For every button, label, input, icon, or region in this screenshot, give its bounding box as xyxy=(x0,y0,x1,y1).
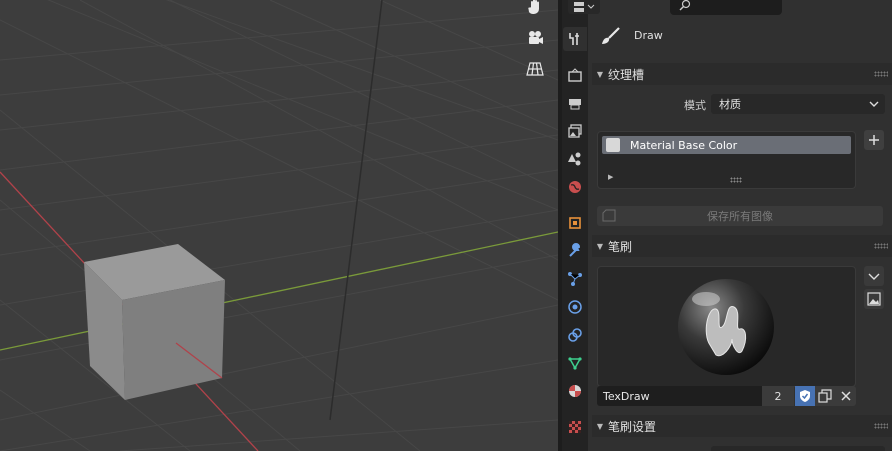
brush-tool-icon xyxy=(600,26,624,48)
grid-icon[interactable] xyxy=(520,56,550,82)
blender-window: Draw ▼ 纹理槽 模式 材质 Material Base Color ▶ 保… xyxy=(0,0,892,451)
search-icon xyxy=(679,0,691,11)
brush-panel-header[interactable]: ▼ 笔刷 xyxy=(592,235,892,257)
close-icon xyxy=(840,391,851,401)
fake-user-button[interactable] xyxy=(795,386,815,406)
brush-settings-field[interactable] xyxy=(711,446,885,451)
mode-label: 模式 xyxy=(684,99,706,112)
drag-handle-icon xyxy=(874,71,888,77)
render-icon[interactable] xyxy=(563,63,587,87)
brush-preview[interactable] xyxy=(597,266,856,387)
brush-settings-panel-header[interactable]: ▼ 笔刷设置 xyxy=(592,415,892,437)
tool-name: Draw xyxy=(634,29,663,42)
mode-value: 材质 xyxy=(719,98,741,111)
brush-name: TexDraw xyxy=(603,389,650,403)
brush-image-button[interactable] xyxy=(864,289,884,309)
texture-icon[interactable] xyxy=(563,415,587,439)
physics-icon[interactable] xyxy=(563,295,587,319)
panel-title: 笔刷 xyxy=(608,239,633,254)
texture-slots-panel-header[interactable]: ▼ 纹理槽 xyxy=(592,63,892,85)
image-swatch-icon xyxy=(606,138,620,152)
modifier-icon[interactable] xyxy=(563,239,587,263)
world-icon[interactable] xyxy=(563,175,587,199)
save-all-images-button[interactable]: 保存所有图像 xyxy=(597,206,883,226)
property-tabs xyxy=(562,0,588,451)
editor-type-selector[interactable] xyxy=(568,0,600,14)
view-layer-icon[interactable] xyxy=(563,119,587,143)
particles-icon[interactable] xyxy=(563,267,587,291)
chevron-down-icon xyxy=(869,101,879,107)
duplicate-button[interactable] xyxy=(815,386,835,406)
output-icon[interactable] xyxy=(563,91,587,115)
data-icon[interactable] xyxy=(563,351,587,375)
expand-triangle-icon: ▼ xyxy=(596,241,604,251)
drag-handle-icon xyxy=(874,423,888,429)
search-input[interactable] xyxy=(670,0,782,15)
list-item[interactable]: Material Base Color xyxy=(602,136,851,154)
drag-handle-icon xyxy=(874,243,888,249)
image-icon xyxy=(867,292,881,306)
scene-icon[interactable] xyxy=(563,147,587,171)
hand-icon[interactable] xyxy=(520,0,550,20)
unlink-button[interactable] xyxy=(835,386,856,406)
viewport-grid xyxy=(0,0,558,451)
slot-name: Material Base Color xyxy=(630,138,738,152)
brush-menu-button[interactable] xyxy=(864,266,884,286)
constraints-icon[interactable] xyxy=(563,323,587,347)
brush-thumbnail-icon xyxy=(678,279,774,375)
user-count[interactable]: 2 xyxy=(762,386,794,406)
save-icon xyxy=(602,209,616,222)
mode-dropdown[interactable]: 材质 xyxy=(711,94,885,114)
brush-name-field[interactable]: TexDraw xyxy=(597,386,762,406)
panel-title: 笔刷设置 xyxy=(608,419,657,434)
material-icon[interactable] xyxy=(563,379,587,403)
panel-title: 纹理槽 xyxy=(608,67,645,82)
expand-triangle-icon: ▼ xyxy=(596,69,604,79)
texture-slot-list[interactable]: Material Base Color ▶ xyxy=(597,131,856,189)
tool-icon[interactable] xyxy=(563,27,587,51)
add-slot-button[interactable] xyxy=(864,130,884,150)
shield-icon xyxy=(800,390,810,402)
resize-handle-icon[interactable] xyxy=(730,177,742,183)
duplicate-icon xyxy=(818,389,832,403)
save-all-label: 保存所有图像 xyxy=(707,210,773,223)
camera-icon[interactable] xyxy=(520,25,550,51)
3d-viewport[interactable] xyxy=(0,0,558,451)
expand-triangle-icon: ▼ xyxy=(596,421,604,431)
object-icon[interactable] xyxy=(563,211,587,235)
expand-arrow-icon[interactable]: ▶ xyxy=(608,173,613,181)
